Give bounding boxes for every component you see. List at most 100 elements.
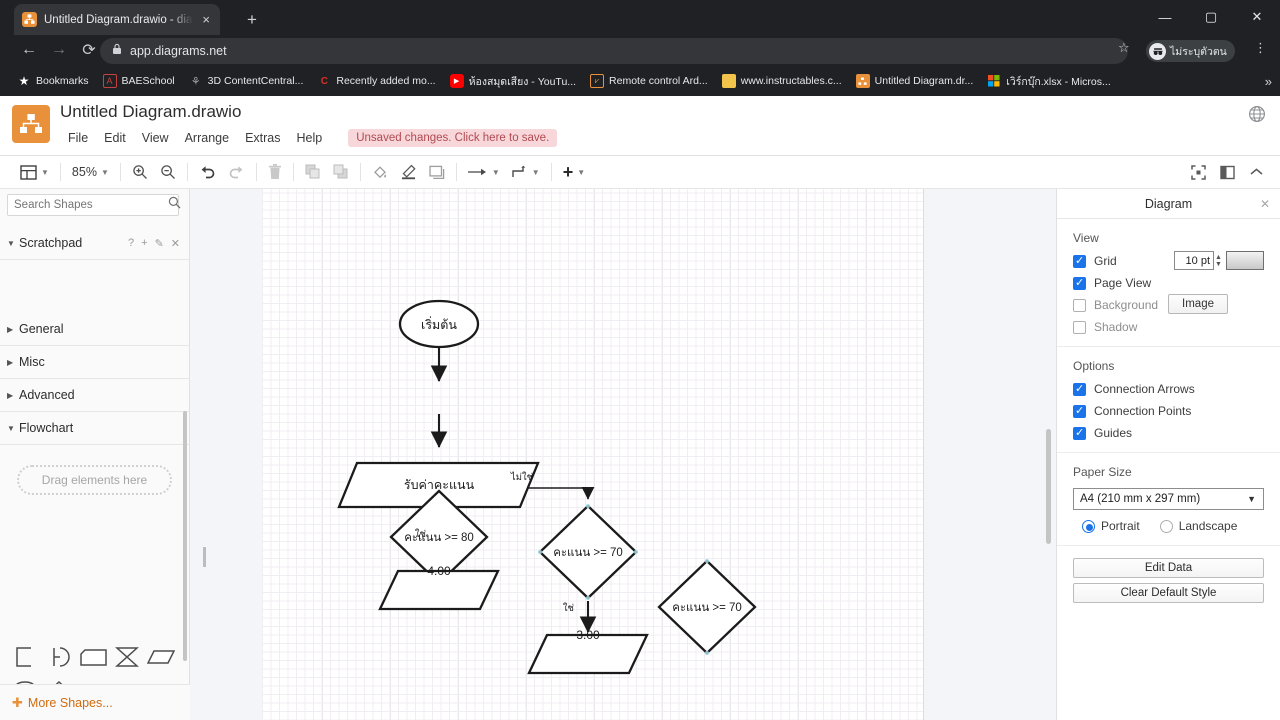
new-tab-button[interactable]: +	[240, 8, 264, 32]
paper-size-select[interactable]: A4 (210 mm x 297 mm) ▼	[1073, 488, 1264, 510]
shape-card[interactable]	[76, 641, 110, 673]
page-view-checkbox[interactable]	[1073, 276, 1086, 290]
back-icon[interactable]: ←	[14, 35, 44, 65]
bookmark-item[interactable]: www.instructables.c...	[715, 71, 849, 91]
menu-arrange[interactable]: Arrange	[177, 128, 237, 148]
background-checkbox[interactable]	[1073, 298, 1086, 312]
close-icon[interactable]: ✕	[171, 237, 180, 250]
view-layers-icon[interactable]: ▼	[14, 159, 55, 185]
chevron-down-icon: ▼	[7, 238, 15, 248]
address-bar[interactable]: app.diagrams.net	[100, 38, 1128, 64]
grid-size-stepper[interactable]: ▲ ▼	[1213, 251, 1224, 270]
section-scratchpad[interactable]: ▼ Scratchpad ? + ✎ ✕	[0, 227, 190, 260]
browser-tab[interactable]: Untitled Diagram.drawio - diagra ×	[14, 4, 220, 35]
shadow-icon[interactable]	[423, 159, 451, 185]
globe-icon[interactable]	[1248, 105, 1266, 128]
bookmark-item[interactable]: เวิร์กบุ๊ก.xlsx - Micros...	[980, 70, 1118, 93]
minimize-icon[interactable]: —	[1142, 0, 1188, 34]
search-shapes-box[interactable]	[7, 194, 181, 216]
insert-shape-button[interactable]: + ▼	[557, 159, 591, 185]
background-image-button[interactable]: Image	[1168, 294, 1228, 314]
divider	[255, 163, 257, 181]
connection-arrows-checkbox[interactable]	[1073, 382, 1086, 396]
browser-chrome: Untitled Diagram.drawio - diagra × + — ▢…	[0, 0, 1280, 96]
collapse-icon[interactable]	[1243, 160, 1270, 186]
shadow-checkbox[interactable]	[1073, 320, 1086, 334]
menu-edit[interactable]: Edit	[96, 128, 134, 148]
canvas-vertical-scrollbar[interactable]	[1046, 429, 1051, 544]
scratchpad-dropzone[interactable]: Drag elements here	[17, 465, 172, 495]
guides-checkbox[interactable]	[1073, 426, 1086, 440]
close-icon[interactable]: ✕	[1260, 197, 1270, 211]
bookmark-item[interactable]: ▶ ห้องสมุดเสียง - YouTu...	[443, 70, 583, 93]
close-icon[interactable]: ×	[200, 11, 212, 28]
close-window-icon[interactable]: ✕	[1234, 0, 1280, 34]
portrait-radio[interactable]	[1082, 519, 1095, 533]
grid-checkbox[interactable]	[1073, 254, 1086, 268]
edge-label-yes-2: ใช่	[563, 602, 575, 614]
bookmarks-overflow-icon[interactable]: »	[1265, 74, 1272, 89]
shape-bracket-tee[interactable]	[42, 641, 76, 673]
drawio-icon	[22, 12, 37, 27]
line-color-icon[interactable]	[394, 159, 423, 185]
redo-icon[interactable]	[222, 159, 251, 185]
grid-size-input[interactable]: 10 pt	[1174, 251, 1214, 270]
shape-collate[interactable]	[110, 641, 144, 673]
bookmark-item[interactable]: ⚘ 3D ContentCentral...	[182, 71, 311, 91]
letter-a-icon: A	[102, 74, 117, 88]
connection-points-checkbox[interactable]	[1073, 404, 1086, 418]
diagram-canvas[interactable]: เริ่มต้น รับค่าคะแนน คะแนน >= 80 4.00 คะ…	[190, 189, 1056, 720]
guides-row: Guides	[1073, 426, 1264, 440]
section-flowchart[interactable]: ▼ Flowchart	[0, 412, 190, 445]
shape-parallelogram[interactable]	[144, 641, 178, 673]
grid-color-swatch[interactable]	[1226, 251, 1264, 270]
browser-menu-icon[interactable]: ⋮	[1254, 40, 1267, 56]
landscape-radio[interactable]	[1159, 519, 1173, 533]
bookmark-item[interactable]: Untitled Diagram.dr...	[849, 71, 981, 91]
trash-icon[interactable]	[262, 159, 288, 185]
shape-bracket-left[interactable]	[8, 641, 42, 673]
incognito-badge[interactable]: ไม่ระบุตัวตน	[1146, 40, 1235, 62]
add-icon[interactable]: +	[141, 237, 147, 250]
bookmark-item[interactable]: ★ Bookmarks	[10, 71, 96, 91]
chevron-right-icon: ▶	[7, 324, 14, 334]
unsaved-changes-banner[interactable]: Unsaved changes. Click here to save.	[348, 129, 558, 147]
clear-default-style-button[interactable]: Clear Default Style	[1073, 583, 1264, 603]
maximize-icon[interactable]: ▢	[1188, 0, 1234, 34]
search-input[interactable]	[14, 199, 168, 211]
divider	[550, 163, 552, 181]
connection-arrow-icon[interactable]: ▼	[462, 159, 506, 185]
edit-data-button[interactable]: Edit Data	[1073, 558, 1264, 578]
more-shapes-button[interactable]: ✚ More Shapes...	[0, 684, 190, 720]
section-advanced[interactable]: ▶ Advanced	[0, 379, 190, 412]
fullscreen-icon[interactable]	[1185, 160, 1212, 186]
zoom-level-button[interactable]: 85% ▼	[66, 159, 115, 185]
forward-icon[interactable]: →	[44, 35, 74, 65]
search-icon[interactable]	[168, 196, 181, 214]
edit-icon[interactable]: ✎	[155, 237, 164, 250]
section-general[interactable]: ▶ General	[0, 313, 190, 346]
section-misc[interactable]: ▶ Misc	[0, 346, 190, 379]
bookmark-label: www.instructables.c...	[740, 75, 842, 87]
undo-icon[interactable]	[193, 159, 222, 185]
landscape-label: Landscape	[1178, 519, 1238, 533]
zoom-out-icon[interactable]	[154, 159, 182, 185]
zoom-in-icon[interactable]	[126, 159, 154, 185]
to-front-icon[interactable]	[299, 159, 327, 185]
menu-view[interactable]: View	[134, 128, 177, 148]
bookmark-star-icon[interactable]: ☆	[1118, 40, 1130, 56]
to-back-icon[interactable]	[327, 159, 355, 185]
format-panel-icon[interactable]	[1214, 160, 1241, 186]
bookmark-item[interactable]: C Recently added mo...	[310, 71, 442, 91]
fill-color-icon[interactable]	[366, 159, 394, 185]
menu-help[interactable]: Help	[289, 128, 331, 148]
menu-file[interactable]: File	[60, 128, 96, 148]
shapes-scrollbar[interactable]	[183, 411, 187, 661]
divider	[292, 163, 294, 181]
menu-extras[interactable]: Extras	[237, 128, 288, 148]
bookmark-item[interactable]: A BAESchool	[96, 71, 182, 91]
waypoints-icon[interactable]: ▼	[506, 159, 546, 185]
help-icon[interactable]: ?	[128, 237, 134, 250]
bookmark-label: Recently added mo...	[336, 75, 436, 87]
bookmark-item[interactable]: ⩗ Remote control Ard...	[583, 71, 715, 91]
